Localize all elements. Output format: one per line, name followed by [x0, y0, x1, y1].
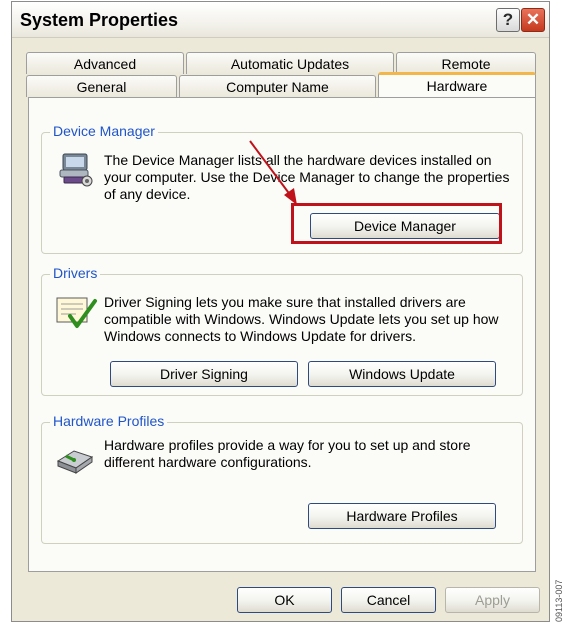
annotation-arrow-icon — [249, 140, 297, 205]
